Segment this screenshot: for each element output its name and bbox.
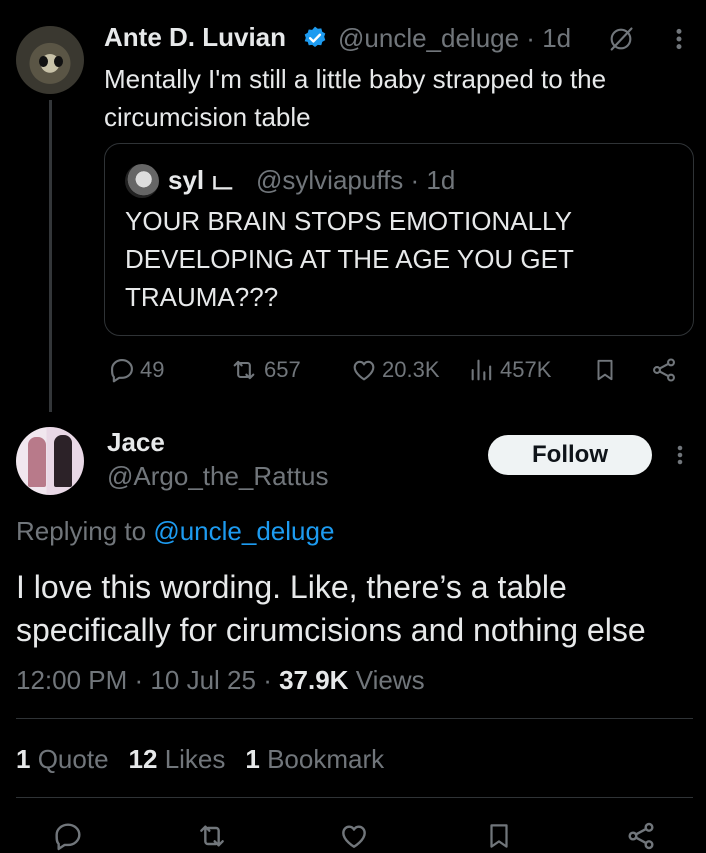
avatar-figure bbox=[54, 435, 72, 487]
quotes-label: Quote bbox=[37, 744, 109, 774]
quote-avatar bbox=[125, 164, 159, 198]
views-label: Views bbox=[355, 665, 425, 695]
likes-label: Likes bbox=[164, 744, 226, 774]
mute-icon[interactable] bbox=[607, 25, 635, 53]
more-icon[interactable] bbox=[666, 26, 692, 52]
views-icon bbox=[468, 356, 496, 384]
replying-handle-link[interactable]: @uncle_deluge bbox=[153, 516, 334, 546]
likes-count: 12 bbox=[128, 744, 158, 774]
bookmark-icon bbox=[592, 356, 618, 384]
quote-text: YOUR BRAIN STOPS EMOTIONALLY DEVELOPING … bbox=[125, 206, 574, 312]
bookmarks-stat[interactable]: 1 Bookmark bbox=[245, 744, 384, 775]
author-name[interactable]: Jace bbox=[107, 427, 165, 458]
author-name[interactable]: Ante D. Luvian bbox=[104, 22, 286, 53]
repost-button[interactable]: 657 bbox=[228, 356, 301, 384]
author-handle[interactable]: @Argo_the_Rattus bbox=[107, 461, 329, 492]
share-icon[interactable] bbox=[625, 820, 657, 852]
divider bbox=[16, 797, 693, 798]
share-icon bbox=[650, 356, 678, 384]
quotes-count: 1 bbox=[16, 744, 31, 774]
replying-prefix: Replying to bbox=[16, 516, 154, 546]
avatar-figure bbox=[28, 437, 46, 487]
separator-dot: · bbox=[263, 665, 280, 695]
views-count: 457K bbox=[500, 357, 552, 382]
bookmark-icon[interactable] bbox=[484, 820, 514, 852]
tweet-date[interactable]: 10 Jul 25 bbox=[150, 665, 256, 695]
engagement-stats: 1 Quote 12 Likes 1 Bookmark bbox=[16, 744, 384, 775]
reply-button[interactable]: 49 bbox=[108, 356, 164, 384]
likes-stat[interactable]: 12 Likes bbox=[129, 744, 226, 775]
bookmark-button[interactable] bbox=[592, 356, 618, 384]
like-icon[interactable] bbox=[338, 820, 370, 852]
replying-to: Replying to @uncle_deluge bbox=[16, 516, 334, 547]
like-icon bbox=[350, 356, 378, 384]
thread-line bbox=[49, 100, 52, 412]
tweet-meta: 12:00 PM · 10 Jul 25 · 37.9K Views bbox=[16, 665, 425, 696]
quotes-stat[interactable]: 1 Quote bbox=[16, 744, 109, 775]
tweet-time[interactable]: 12:00 PM bbox=[16, 665, 127, 695]
tweet-text: I love this wording. Like, there’s a tab… bbox=[16, 569, 646, 648]
share-button[interactable] bbox=[650, 356, 678, 384]
avatar-eye-right bbox=[54, 56, 63, 67]
views-button[interactable]: 457K bbox=[468, 356, 551, 384]
repost-count: 657 bbox=[264, 357, 301, 382]
bookmarks-count: 1 bbox=[245, 744, 260, 774]
quote-author-name: syl ட bbox=[168, 165, 233, 195]
repost-icon bbox=[228, 356, 260, 384]
avatar[interactable] bbox=[16, 427, 84, 495]
views-count: 37.9K bbox=[279, 665, 349, 695]
reply-icon[interactable] bbox=[52, 820, 84, 852]
reply-icon bbox=[108, 356, 136, 384]
follow-button[interactable]: Follow bbox=[488, 435, 652, 475]
tweet-text: Mentally I'm still a little baby strappe… bbox=[104, 64, 607, 132]
quote-handle-time: @sylviapuffs · 1d bbox=[256, 165, 456, 195]
avatar[interactable] bbox=[16, 26, 84, 94]
separator-dot: · bbox=[134, 665, 151, 695]
like-count: 20.3K bbox=[382, 357, 440, 382]
more-icon[interactable] bbox=[668, 442, 692, 468]
avatar-eye-left bbox=[39, 56, 48, 67]
repost-icon[interactable] bbox=[194, 820, 230, 852]
reply-count: 49 bbox=[140, 357, 165, 382]
verified-icon bbox=[302, 25, 328, 51]
like-button[interactable]: 20.3K bbox=[350, 356, 440, 384]
divider bbox=[16, 718, 693, 719]
author-handle-time[interactable]: @uncle_deluge · 1d bbox=[338, 23, 571, 54]
bookmarks-label: Bookmark bbox=[267, 744, 385, 774]
